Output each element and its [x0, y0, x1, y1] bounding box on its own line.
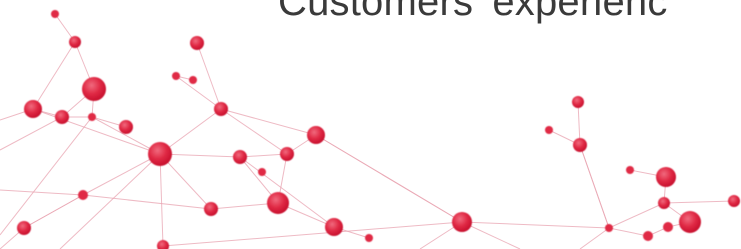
network-node	[78, 190, 88, 200]
network-node	[679, 211, 701, 233]
network-node	[656, 167, 676, 187]
molecular-network-illustration	[0, 10, 740, 249]
network-edge	[82, 194, 212, 210]
network-node	[573, 138, 587, 152]
network-node	[214, 102, 228, 116]
network-node	[233, 150, 247, 164]
network-node	[643, 231, 653, 241]
network-edge	[239, 153, 288, 158]
network-node	[51, 10, 59, 18]
network-node	[69, 36, 81, 48]
network-node	[55, 110, 69, 124]
banner: Customers' experienc	[0, 0, 741, 249]
network-edge	[608, 227, 649, 237]
network-node	[204, 202, 218, 216]
network-node	[119, 120, 133, 134]
network-edge	[0, 189, 84, 196]
network-node	[82, 77, 106, 101]
network-node	[24, 100, 42, 118]
network-edge	[315, 134, 463, 223]
network-edge	[82, 153, 161, 196]
network-edge	[162, 221, 463, 247]
network-node	[157, 240, 169, 249]
network-edge	[220, 108, 288, 155]
network-node	[88, 113, 96, 121]
network-nodes	[17, 10, 740, 249]
network-node	[605, 224, 613, 232]
network-node	[545, 126, 553, 134]
network-edge	[0, 116, 63, 151]
network-edge	[608, 202, 665, 229]
network-node	[190, 36, 204, 50]
network-node	[365, 234, 373, 242]
network-node	[663, 222, 673, 232]
network-edge	[196, 42, 222, 110]
network-node	[258, 168, 266, 176]
network-node	[267, 192, 289, 214]
network-edge	[159, 153, 164, 247]
network-edge	[663, 200, 735, 204]
network-node	[728, 195, 740, 207]
network-node	[17, 221, 31, 235]
network-node	[148, 142, 172, 166]
network-edge	[239, 156, 335, 228]
network-node	[452, 212, 472, 232]
network-node	[626, 166, 634, 174]
network-edge	[579, 227, 610, 249]
network-node	[189, 76, 197, 84]
network-node	[280, 147, 294, 161]
network-node	[307, 126, 325, 144]
network-node	[172, 72, 180, 80]
network-edge	[32, 108, 161, 155]
network-node	[572, 96, 584, 108]
network-node	[325, 218, 343, 236]
network-edge	[32, 41, 76, 110]
network-edge	[461, 221, 610, 229]
network-edge	[0, 116, 93, 236]
network-edges	[0, 13, 735, 249]
network-edge	[159, 153, 241, 158]
network-edge	[175, 75, 222, 110]
network-node	[658, 197, 670, 209]
network-edge	[220, 108, 317, 136]
network-edge	[23, 194, 84, 229]
network-edge	[579, 144, 610, 229]
